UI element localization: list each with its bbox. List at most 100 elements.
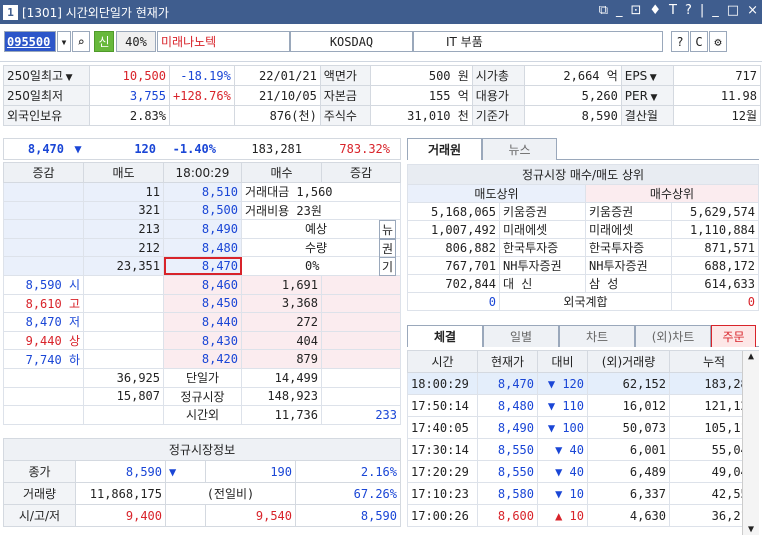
info-value: 31,010 천	[369, 105, 473, 126]
dropdown-icon[interactable]: ▼	[63, 73, 75, 83]
ask-price[interactable]: 8,480	[163, 237, 242, 258]
tab-foreign-chart[interactable]: (외)차트	[635, 325, 711, 347]
tab-news[interactable]: 뉴스	[482, 138, 557, 160]
dropdown-icon[interactable]: ▼	[647, 73, 659, 83]
total-change: 233	[321, 405, 401, 425]
trade-row[interactable]: 17:20:29 8,550 ▼ 40 6,489 49,043	[407, 460, 759, 483]
expected-label: 예상	[305, 222, 328, 237]
col-header: 증감	[3, 162, 84, 183]
ref-label: 시	[68, 278, 80, 293]
col-header: 증감	[321, 162, 401, 183]
orderbook-time: 18:00:29	[163, 162, 242, 183]
ask-qty[interactable]: 23,351	[83, 256, 164, 276]
tab-trades[interactable]: 체결	[407, 325, 483, 347]
ask-qty[interactable]: 11	[83, 182, 164, 202]
bid-qty[interactable]: 404	[241, 330, 322, 351]
bid-price[interactable]: 8,460	[163, 274, 242, 295]
scroll-up-icon[interactable]: ▲	[748, 351, 754, 362]
trade-row[interactable]: 17:50:14 8,480 ▼ 110 16,012 121,129	[407, 394, 759, 417]
search-icon[interactable]: ⌕	[72, 31, 90, 52]
bid-change	[321, 349, 401, 369]
minimize-panel-icon[interactable]: _	[616, 3, 623, 18]
vtab-rights[interactable]: 권	[378, 238, 396, 258]
buy-broker[interactable]: 한국투자증	[585, 238, 672, 257]
info-label: 외국인보유	[3, 105, 90, 126]
minimize-icon[interactable]: _	[712, 3, 719, 18]
ask-price[interactable]: 8,510	[163, 182, 242, 202]
bid-price[interactable]: 8,430	[163, 330, 242, 351]
tile-icon[interactable]: ⊡	[630, 3, 641, 18]
tab-daily[interactable]: 일별	[483, 325, 559, 347]
vtab-other[interactable]: 기	[378, 257, 396, 277]
mi-value: 9,400	[75, 504, 166, 527]
trades-scrollbar[interactable]: ▲ ▼	[742, 351, 759, 535]
ask-qty[interactable]: 321	[83, 200, 164, 221]
bid-price[interactable]: 8,440	[163, 312, 242, 332]
info-value: 8,590	[523, 105, 622, 126]
ask-qty[interactable]: 212	[83, 237, 164, 258]
sell-broker[interactable]: 대 신	[499, 274, 586, 293]
scroll-down-icon[interactable]: ▼	[748, 524, 754, 535]
link-window-icon[interactable]: ⧉	[599, 3, 608, 18]
bid-change	[321, 312, 401, 332]
code-dropdown-icon[interactable]: ▾	[57, 31, 71, 52]
font-size-icon[interactable]: T	[669, 3, 677, 18]
trade-row[interactable]: 17:10:23 8,580 ▼ 10 6,337 42,554	[407, 482, 759, 505]
tab-broker[interactable]: 거래원	[407, 138, 482, 160]
sell-top-header: 매도상위	[407, 184, 586, 203]
sell-broker[interactable]: 한국투자증	[499, 238, 586, 257]
window-number: 1	[3, 4, 18, 20]
refresh-button[interactable]: C	[690, 31, 708, 52]
buy-qty: 5,629,574	[671, 202, 759, 221]
bid-qty[interactable]: 1,691	[241, 274, 322, 295]
help-button[interactable]: ?	[671, 31, 689, 52]
buy-broker[interactable]: NH투자증권	[585, 256, 672, 275]
close-icon[interactable]: ×	[747, 3, 758, 18]
credit-badge: 신	[94, 31, 114, 52]
help-icon[interactable]: ?	[685, 3, 692, 18]
trade-change: 40	[569, 464, 584, 479]
bid-price[interactable]: 8,420	[163, 349, 242, 369]
down-arrow-icon: ▼	[547, 420, 556, 435]
buy-broker[interactable]: 삼 성	[585, 274, 672, 293]
trade-time: 17:30:14	[407, 438, 478, 461]
stock-code-input[interactable]: 095500	[4, 31, 56, 52]
trade-time: 17:10:23	[407, 482, 478, 505]
bid-qty[interactable]: 3,368	[241, 293, 322, 314]
bid-qty[interactable]: 879	[241, 349, 322, 369]
price-change: 120	[134, 142, 156, 156]
mi-value: 2.16%	[295, 460, 401, 483]
order-button[interactable]: 주문	[711, 325, 756, 347]
trade-row[interactable]: 17:30:14 8,550 ▼ 40 6,001 55,044	[407, 438, 759, 461]
trade-row[interactable]: 17:00:26 8,600 ▲ 10 4,630 36,217	[407, 504, 759, 527]
col-header: 매수	[241, 162, 322, 183]
change-rate: -1.40%	[172, 142, 216, 156]
trade-row[interactable]: 17:40:05 8,490 ▼ 100 50,073 105,117	[407, 416, 759, 439]
trade-cost-label: 거래비용	[245, 203, 290, 218]
broker-table: 정규시장 매수/매도 상위 매도상위 매수상위 5,168,065 키움증권 키움증…	[407, 164, 759, 311]
trade-price: 8,490	[477, 416, 538, 439]
ask-price[interactable]: 8,500	[163, 200, 242, 221]
buy-qty: 688,172	[671, 256, 759, 275]
separator: |	[699, 3, 705, 18]
trade-row[interactable]: 18:00:29 8,470 ▼ 120 62,152 183,281	[407, 372, 759, 395]
sell-broker[interactable]: 미래에셋	[499, 220, 586, 239]
buy-broker[interactable]: 미래에셋	[585, 220, 672, 239]
maximize-icon[interactable]: □	[727, 3, 739, 18]
ask-qty[interactable]: 213	[83, 219, 164, 239]
total-label: 시간외	[163, 405, 242, 425]
info-value: 2.83%	[89, 105, 170, 126]
buy-broker[interactable]: 키움증권	[585, 202, 672, 221]
dropdown-icon[interactable]: ▼	[648, 93, 660, 103]
bid-qty[interactable]: 272	[241, 312, 322, 332]
ask-price-current[interactable]: 8,470	[163, 256, 242, 276]
ask-price[interactable]: 8,490	[163, 219, 242, 239]
tab-chart[interactable]: 차트	[559, 325, 635, 347]
vtab-news[interactable]: 뉴	[378, 220, 396, 240]
sell-broker[interactable]: NH투자증권	[499, 256, 586, 275]
sell-broker[interactable]: 키움증권	[499, 202, 586, 221]
pin-icon[interactable]: ♦	[649, 3, 661, 18]
settings-gear-icon[interactable]: ⚙	[709, 31, 727, 52]
mi-value: 9,540	[205, 504, 296, 527]
bid-price[interactable]: 8,450	[163, 293, 242, 314]
